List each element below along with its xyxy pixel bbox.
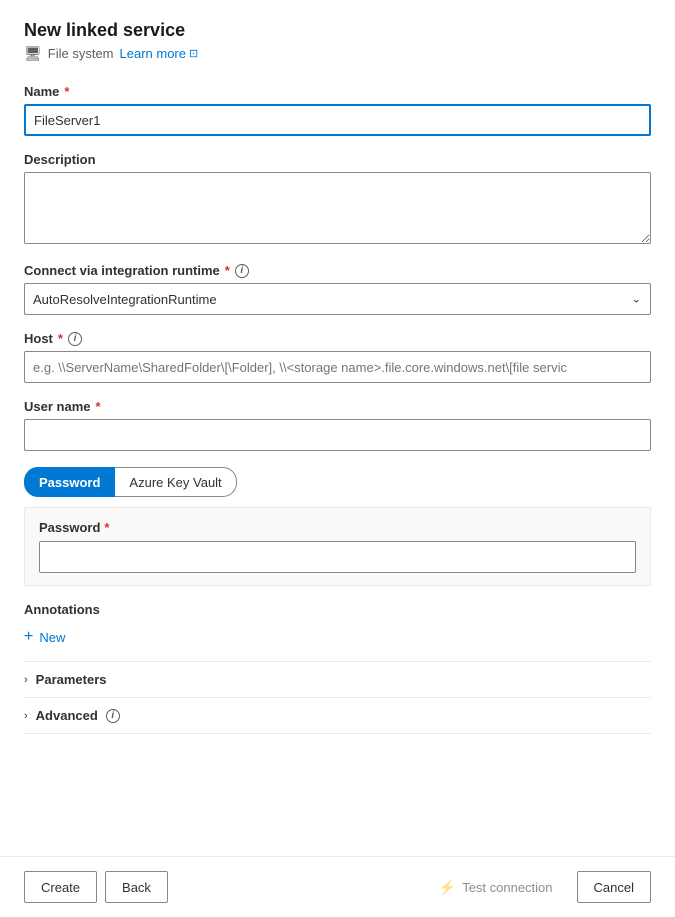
- learn-more-label: Learn more: [120, 46, 186, 61]
- azure-key-vault-tab-button[interactable]: Azure Key Vault: [115, 467, 236, 497]
- parameters-label: Parameters: [36, 672, 107, 687]
- password-required: *: [104, 520, 109, 535]
- password-tab-button[interactable]: Password: [24, 467, 115, 497]
- page-title: New linked service: [24, 20, 651, 41]
- external-link-icon: ⊡: [189, 47, 198, 60]
- annotations-section: Annotations + New: [24, 602, 651, 649]
- username-input[interactable]: [24, 419, 651, 451]
- username-required: *: [95, 399, 100, 414]
- learn-more-link[interactable]: Learn more ⊡: [120, 46, 199, 61]
- host-info-icon[interactable]: i: [68, 332, 82, 346]
- name-group: Name *: [24, 84, 651, 136]
- new-annotation-label: New: [39, 630, 65, 645]
- name-required: *: [64, 84, 69, 99]
- file-system-icon: 🖥: [24, 45, 42, 62]
- advanced-label: Advanced: [36, 708, 98, 723]
- integration-runtime-select[interactable]: AutoResolveIntegrationRuntime: [24, 283, 651, 315]
- parameters-section[interactable]: › Parameters: [24, 661, 651, 697]
- description-label: Description: [24, 152, 651, 167]
- integration-runtime-label: Connect via integration runtime * i: [24, 263, 651, 278]
- integration-runtime-group: Connect via integration runtime * i Auto…: [24, 263, 651, 315]
- description-group: Description: [24, 152, 651, 247]
- host-required: *: [58, 331, 63, 346]
- footer-right: ⚡ Test connection Cancel: [423, 871, 651, 903]
- password-input[interactable]: [39, 541, 636, 573]
- ir-info-icon[interactable]: i: [235, 264, 249, 278]
- test-connection-label: Test connection: [462, 880, 552, 895]
- host-label: Host * i: [24, 331, 651, 346]
- ir-required: *: [225, 263, 230, 278]
- username-label: User name *: [24, 399, 651, 414]
- host-group: Host * i: [24, 331, 651, 383]
- password-section: Password *: [24, 507, 651, 586]
- subtitle-row: 🖥 File system Learn more ⊡: [24, 45, 651, 62]
- parameters-chevron-icon: ›: [24, 674, 28, 686]
- test-connection-icon: ⚡: [439, 879, 456, 896]
- host-input[interactable]: [24, 351, 651, 383]
- footer-left: Create Back: [24, 871, 168, 903]
- plus-icon: +: [24, 629, 33, 645]
- name-label: Name *: [24, 84, 651, 99]
- name-input[interactable]: [24, 104, 651, 136]
- new-annotation-button[interactable]: + New: [24, 625, 65, 649]
- description-input[interactable]: [24, 172, 651, 244]
- advanced-section[interactable]: › Advanced i: [24, 697, 651, 734]
- advanced-info-icon[interactable]: i: [106, 709, 120, 723]
- back-button[interactable]: Back: [105, 871, 168, 903]
- cancel-button[interactable]: Cancel: [577, 871, 651, 903]
- footer: Create Back ⚡ Test connection Cancel: [0, 856, 675, 917]
- annotations-title: Annotations: [24, 602, 651, 617]
- subtitle-text: File system: [48, 46, 114, 61]
- password-inner-label: Password *: [39, 520, 636, 535]
- advanced-chevron-icon: ›: [24, 710, 28, 722]
- password-toggle-group: Password Azure Key Vault: [24, 467, 651, 497]
- test-connection-button[interactable]: ⚡ Test connection: [423, 871, 569, 903]
- integration-runtime-select-wrapper: AutoResolveIntegrationRuntime ⌄: [24, 283, 651, 315]
- create-button[interactable]: Create: [24, 871, 97, 903]
- username-group: User name *: [24, 399, 651, 451]
